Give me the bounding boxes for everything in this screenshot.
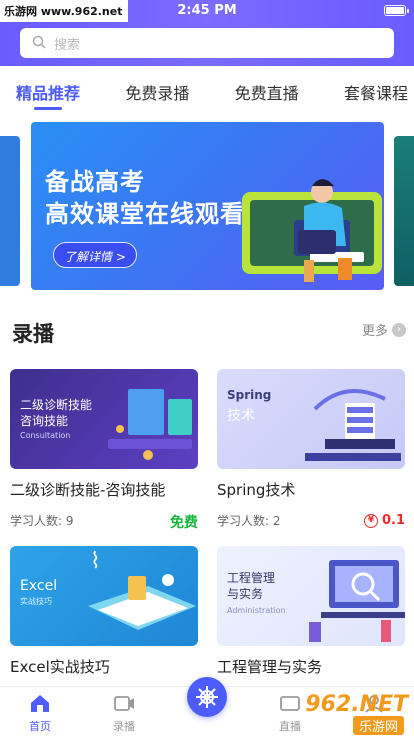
status-time: 2:45 PM [177, 3, 237, 18]
banner-details-button[interactable]: 了解详情 > [53, 242, 137, 268]
course-meta: 学习人数: 9 免费 [10, 512, 198, 532]
search-placeholder: 搜索 [54, 38, 81, 53]
logo-text-top: 962.NET [305, 692, 408, 717]
thumbnail-title: Spring [227, 388, 272, 402]
thumbnail-title: 工程管理 与实务 [227, 571, 276, 601]
course-thumbnail: Excel 实战技巧 ⌇ [10, 546, 198, 646]
nav-recorded-label: 录播 [113, 720, 135, 733]
banner-line-2: 高效课堂在线观看 [45, 200, 245, 228]
more-label: 更多 [361, 324, 388, 339]
thumbnail-subtitle: 技术 [227, 408, 255, 424]
thumbnail-subtitle: Administration [227, 606, 286, 615]
course-meta: 学习人数: 2 ¥ 0.1 [217, 512, 405, 529]
tab-free-live[interactable]: 免费直播 [235, 66, 299, 114]
course-thumbnail: 二级诊断技能 咨询技能 Consultation [10, 369, 198, 469]
course-price: ¥ 0.1 [363, 512, 405, 529]
watermark-logo: 962.NET 乐游网 [280, 690, 414, 736]
banner-illustration [242, 179, 382, 282]
section-title: 录播 [12, 322, 54, 346]
tab-free-recorded[interactable]: 免费录播 [125, 66, 189, 114]
thumbnail-illustration [305, 389, 401, 461]
top-header: 乐游网 www.962.net 2:45 PM 搜索 [0, 0, 414, 66]
course-title: 二级诊断技能-咨询技能 [10, 481, 166, 499]
logo-text-bottom: 乐游网 [352, 716, 404, 735]
course-title: Excel实战技巧 [10, 658, 110, 676]
banner-next-peek[interactable] [394, 136, 414, 286]
banner-line-1: 备战高考 [45, 168, 145, 196]
status-bar: 乐游网 www.962.net 2:45 PM [0, 0, 414, 22]
price-value: 0.1 [381, 513, 405, 528]
currency-icon: ¥ [363, 513, 378, 528]
center-action-button[interactable] [187, 677, 227, 717]
thumbnail-subtitle: 实战技巧 [20, 597, 52, 606]
course-thumbnail: Spring 技术 [217, 369, 405, 469]
nav-recorded[interactable]: 录播 [94, 693, 154, 734]
thumbnail-title: 二级诊断技能 咨询技能 [20, 398, 93, 428]
learner-count: 学习人数: 2 [217, 514, 281, 528]
thumbnail-illustration: ⌇ [88, 549, 196, 630]
banner-slide[interactable]: 备战高考 高效课堂在线观看 了解详情 > [31, 122, 384, 290]
more-link[interactable]: 更多 › [362, 320, 406, 339]
course-price: 免费 [170, 515, 198, 531]
helm-icon [196, 686, 218, 708]
tab-featured[interactable]: 精品推荐 [16, 66, 80, 114]
video-icon [114, 696, 134, 711]
thumbnail-title: Excel [20, 578, 58, 594]
svg-text:⌇: ⌇ [90, 549, 101, 574]
home-icon [31, 695, 49, 712]
course-thumbnail: 工程管理 与实务 Administration [217, 546, 405, 646]
course-card[interactable]: 二级诊断技能 咨询技能 Consultation 二级诊断技能-咨询技能 学习人… [10, 369, 198, 532]
search-input[interactable]: 搜索 [20, 28, 394, 58]
course-card[interactable]: Spring 技术 Spring技术 学习人数: 2 ¥ 0.1 [217, 369, 405, 529]
thumbnail-illustration [309, 560, 405, 642]
search-icon [32, 35, 46, 49]
banner-carousel[interactable]: 备战高考 高效课堂在线观看 了解详情 > [0, 116, 414, 296]
nav-home[interactable]: 首页 [10, 693, 70, 734]
course-title: Spring技术 [217, 481, 296, 499]
course-card[interactable]: Excel 实战技巧 ⌇ Excel实战技巧 [10, 546, 198, 677]
thumbnail-illustration [108, 389, 192, 460]
thumbnail-subtitle: Consultation [20, 431, 71, 440]
course-card[interactable]: 工程管理 与实务 Administration 工程管理与实务 [217, 546, 405, 677]
learner-count: 学习人数: 9 [10, 514, 74, 528]
banner-prev-peek[interactable] [0, 136, 20, 286]
nav-home-label: 首页 [29, 720, 51, 733]
course-title: 工程管理与实务 [217, 658, 323, 676]
category-tabs: 精品推荐 免费录播 免费直播 套餐课程 [0, 66, 414, 114]
tab-package[interactable]: 套餐课程 [344, 66, 408, 114]
battery-icon [384, 5, 409, 16]
chevron-right-icon: › [392, 322, 406, 337]
